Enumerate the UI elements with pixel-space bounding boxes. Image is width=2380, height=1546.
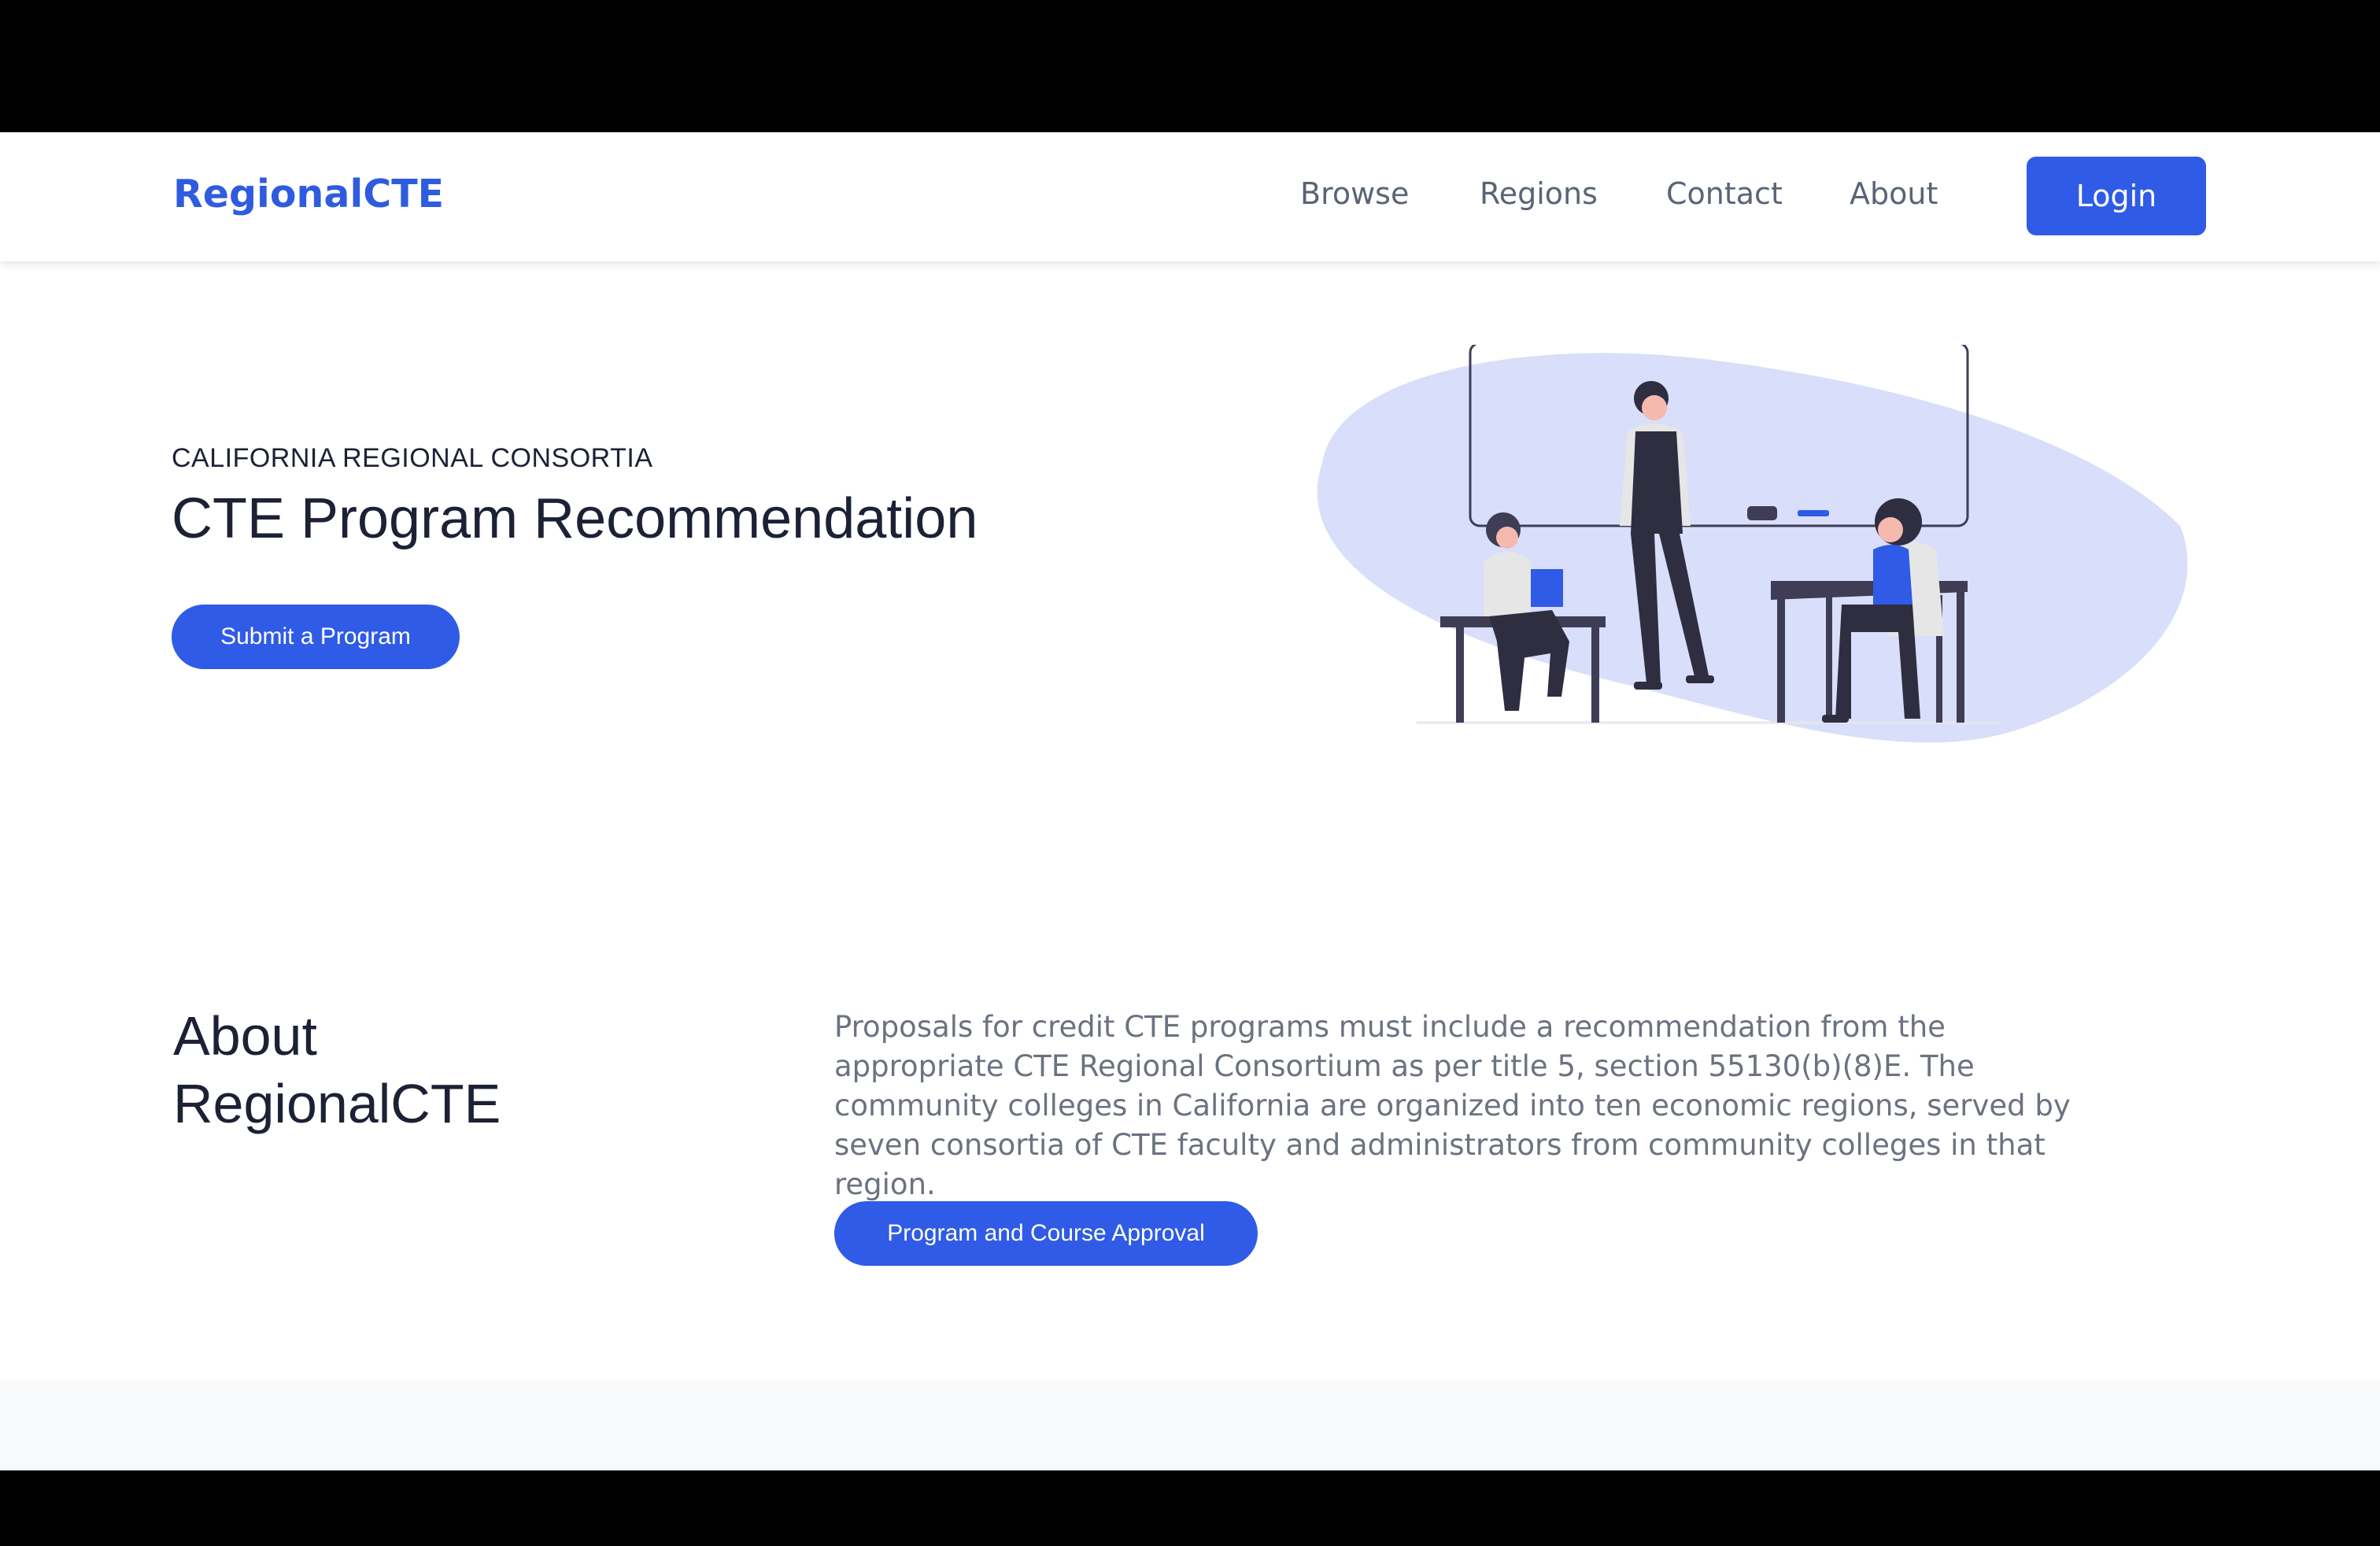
- page: RegionalCTE Browse Regions Contact About…: [0, 132, 2380, 1470]
- nav-link-browse[interactable]: Browse: [1300, 176, 1409, 211]
- about-heading-line1: About: [173, 1005, 317, 1067]
- about-heading: About RegionalCTE: [173, 1002, 501, 1137]
- nav-link-regions[interactable]: Regions: [1480, 176, 1598, 211]
- background-blob: [1317, 353, 2188, 743]
- hero-title: CTE Program Recommendation: [172, 487, 978, 550]
- submit-program-button[interactable]: Submit a Program: [172, 605, 460, 669]
- footer-band: [0, 1381, 2380, 1470]
- login-button[interactable]: Login: [2027, 157, 2206, 235]
- hero-eyebrow: CALIFORNIA REGIONAL CONSORTIA: [172, 443, 653, 473]
- brand-logo[interactable]: RegionalCTE: [173, 172, 444, 216]
- about-heading-line2: RegionalCTE: [173, 1073, 501, 1134]
- nav-link-about[interactable]: About: [1850, 176, 1938, 211]
- nav-link-contact[interactable]: Contact: [1666, 176, 1783, 211]
- classroom-illustration: [1317, 345, 2188, 743]
- program-course-approval-button[interactable]: Program and Course Approval: [834, 1201, 1258, 1266]
- about-body: Proposals for credit CTE programs must i…: [834, 1010, 2071, 1201]
- top-navbar: RegionalCTE Browse Regions Contact About…: [0, 132, 2380, 261]
